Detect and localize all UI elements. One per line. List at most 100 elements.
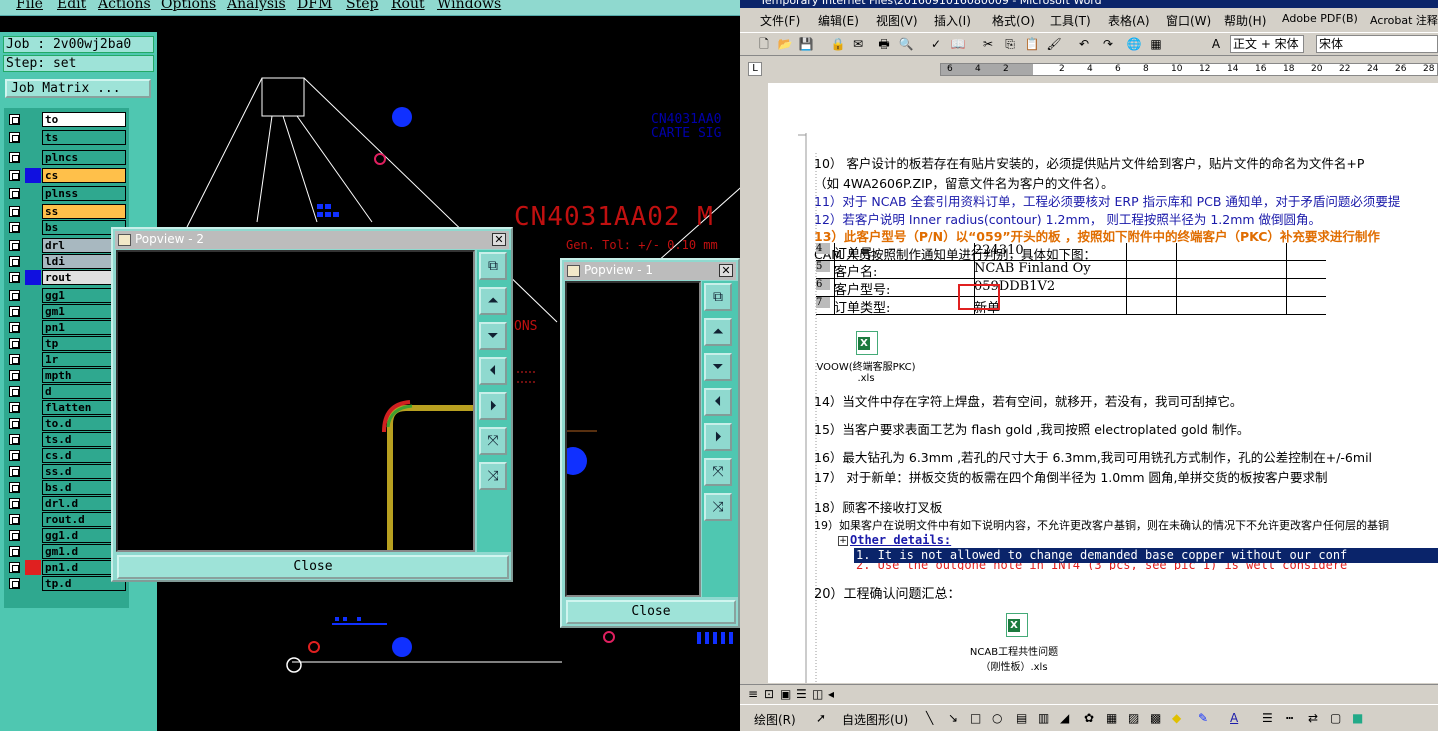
layer-row[interactable]: to.d <box>4 416 128 431</box>
word-titlebar[interactable]: Temporary Internet Files\201609101608000… <box>740 0 1438 8</box>
print-icon[interactable]: 🖶 <box>876 37 892 52</box>
layer-row[interactable]: flatten <box>4 400 128 415</box>
pan-up-icon[interactable]: ⏶ <box>704 318 732 346</box>
image-icon[interactable]: ▩ <box>1150 711 1161 725</box>
layer-checkbox[interactable] <box>9 306 20 317</box>
popview-1-close-button[interactable]: Close <box>566 600 736 624</box>
font-color-icon[interactable]: A <box>1230 711 1238 725</box>
layer-color-swatch[interactable] <box>25 416 41 431</box>
select-objects-icon[interactable]: ➚ <box>816 711 826 725</box>
layer-checkbox[interactable] <box>9 132 20 143</box>
pan-up-icon[interactable]: ⏶ <box>479 287 507 315</box>
zoom-fit-icon[interactable]: ⧉ <box>479 252 507 280</box>
popview-1-canvas[interactable] <box>565 281 701 597</box>
textbox-icon[interactable]: ▤ <box>1016 711 1027 725</box>
layer-checkbox[interactable] <box>9 386 20 397</box>
layer-color-swatch[interactable] <box>25 186 41 201</box>
wordart-icon[interactable]: ◢ <box>1060 711 1069 725</box>
layer-row[interactable]: rout.d <box>4 512 128 527</box>
attachment-pkc-label[interactable]: VOOW(终端客服PKC) .xls <box>814 358 918 384</box>
layer-row[interactable]: drl.d <box>4 496 128 511</box>
layer-checkbox[interactable] <box>9 322 20 333</box>
save-icon[interactable]: 💾 <box>798 37 814 52</box>
copy-icon[interactable]: ⎘ <box>1002 37 1018 52</box>
layer-checkbox[interactable] <box>9 402 20 413</box>
layer-row[interactable]: tp <box>4 336 128 351</box>
layer-row[interactable]: gg1 <box>4 288 128 303</box>
layer-color-swatch[interactable] <box>25 448 41 463</box>
layer-checkbox[interactable] <box>9 370 20 381</box>
layer-color-swatch[interactable] <box>25 130 41 145</box>
layer-checkbox[interactable] <box>9 240 20 251</box>
menu-rout[interactable]: Rout <box>391 0 425 12</box>
layer-name[interactable]: cs <box>42 168 126 183</box>
layer-checkbox[interactable] <box>9 562 20 573</box>
menu-window[interactable]: 窗口(W) <box>1166 12 1211 29</box>
layer-checkbox[interactable] <box>9 434 20 445</box>
layer-checkbox[interactable] <box>9 418 20 429</box>
layer-color-swatch[interactable] <box>25 112 41 127</box>
attachment-ncab-label[interactable]: NCAB工程共性问题 （刚性板）.xls <box>954 643 1074 673</box>
arrow-style-icon[interactable]: ⇄ <box>1308 711 1318 725</box>
layer-row[interactable]: tp.d <box>4 576 128 591</box>
layer-checkbox[interactable] <box>9 514 20 525</box>
layer-color-swatch[interactable] <box>25 320 41 335</box>
menu-actions[interactable]: Actions <box>98 0 151 12</box>
menu-edit[interactable]: Edit <box>57 0 86 12</box>
normal-view-icon[interactable]: ≡ <box>748 687 758 701</box>
styles-icon[interactable]: A <box>1208 37 1224 52</box>
menu-windows[interactable]: Windows <box>437 0 501 12</box>
layer-checkbox[interactable] <box>9 114 20 125</box>
menu-analysis[interactable]: Analysis <box>227 0 286 12</box>
menu-help[interactable]: 帮助(H) <box>1224 12 1266 29</box>
layer-checkbox[interactable] <box>9 188 20 199</box>
layer-color-swatch[interactable] <box>25 168 41 183</box>
layer-checkbox[interactable] <box>9 498 20 509</box>
dash-style-icon[interactable]: ┅ <box>1286 711 1293 725</box>
layer-row[interactable]: ss.d <box>4 464 128 479</box>
layer-color-swatch[interactable] <box>25 254 41 269</box>
layer-checkbox[interactable] <box>9 466 20 477</box>
layer-color-swatch[interactable] <box>25 352 41 367</box>
format-painter-icon[interactable]: 🖌 <box>1046 37 1062 52</box>
pan-down-icon[interactable]: ⏷ <box>704 353 732 381</box>
menu-table[interactable]: 表格(A) <box>1108 12 1150 29</box>
layer-checkbox[interactable] <box>9 272 20 283</box>
job-matrix-button[interactable]: Job Matrix ... <box>5 79 151 98</box>
open-icon[interactable]: 📂 <box>777 37 793 52</box>
layer-row[interactable]: d <box>4 384 128 399</box>
layer-checkbox[interactable] <box>9 256 20 267</box>
excel-file-icon[interactable] <box>1006 613 1028 637</box>
layer-checkbox[interactable] <box>9 338 20 349</box>
menu-edit[interactable]: 编辑(E) <box>818 12 859 29</box>
undo-icon[interactable]: ↶ <box>1076 37 1092 52</box>
layer-color-swatch[interactable] <box>25 576 41 591</box>
layer-row[interactable]: bs <box>4 220 128 235</box>
document-page[interactable]: 10） 客户设计的板若存在有贴片安装的，必须提供贴片文件给到客户，贴片文件的命名… <box>768 83 1438 683</box>
layer-row[interactable]: ts <box>4 130 128 145</box>
pan-down-icon[interactable]: ⏷ <box>479 322 507 350</box>
paste-icon[interactable]: 📋 <box>1024 37 1040 52</box>
scroll-left-icon[interactable]: ◂ <box>828 687 834 701</box>
layer-color-swatch[interactable] <box>25 480 41 495</box>
line-icon[interactable]: ╲ <box>926 711 933 725</box>
pan-right-icon[interactable]: ⏵ <box>704 423 732 451</box>
menu-file[interactable]: File <box>16 0 43 12</box>
print-view-icon[interactable]: ▣ <box>780 687 791 701</box>
spelling-icon[interactable]: ✓ <box>928 37 944 52</box>
layer-checkbox[interactable] <box>9 206 20 217</box>
layer-row[interactable]: 1r <box>4 352 128 367</box>
layer-name[interactable]: to <box>42 112 126 127</box>
zoom-out-icon[interactable]: ⤨ <box>704 493 732 521</box>
new-icon[interactable]: 🗋 <box>756 37 772 52</box>
menu-file[interactable]: 文件(F) <box>760 12 800 29</box>
layer-name[interactable]: ss <box>42 204 126 219</box>
layer-row[interactable]: gm1 <box>4 304 128 319</box>
permission-icon[interactable]: 🔒 <box>830 37 846 52</box>
close-icon[interactable]: ✕ <box>719 264 733 277</box>
outline-view-icon[interactable]: ☰ <box>796 687 807 701</box>
layer-checkbox[interactable] <box>9 152 20 163</box>
web-view-icon[interactable]: ⊡ <box>764 687 774 701</box>
cut-icon[interactable]: ✂ <box>980 37 996 52</box>
reading-view-icon[interactable]: ◫ <box>812 687 823 701</box>
